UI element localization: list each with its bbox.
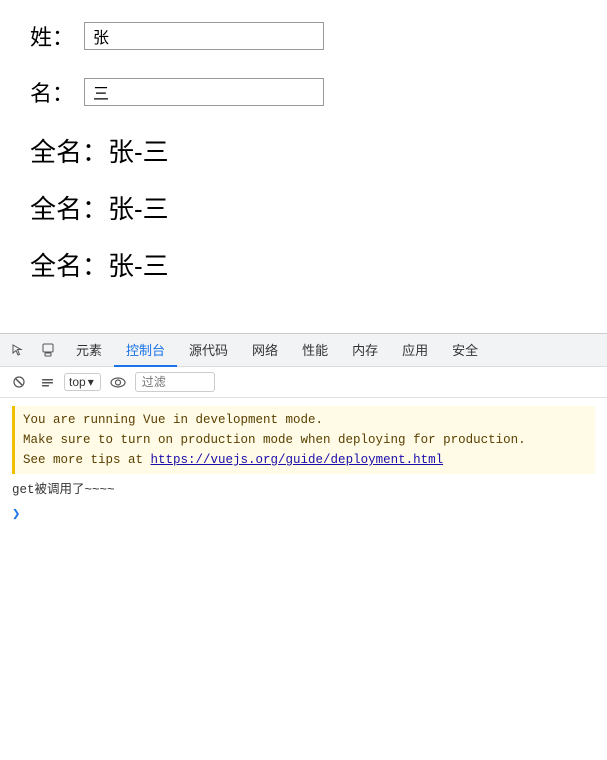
fullname-text-2: 全名：张-三 [30, 194, 169, 224]
lastname-row: 姓： [30, 20, 577, 52]
tab-source[interactable]: 源代码 [177, 334, 240, 367]
fullname-text-1: 全名：张-三 [30, 137, 169, 167]
devtools-tabs: 元素 控制台 源代码 网络 性能 内存 应用 安全 [0, 334, 607, 367]
lastname-input[interactable] [84, 22, 324, 50]
fullname-text-3: 全名：张-三 [30, 251, 169, 281]
dropdown-arrow: ▾ [88, 375, 94, 389]
deployment-link[interactable]: https://vuejs.org/guide/deployment.html [151, 453, 444, 467]
console-output: You are running Vue in development mode.… [0, 398, 607, 536]
top-label: top [69, 375, 86, 389]
console-arrow[interactable]: ❯ [12, 502, 595, 528]
tab-elements[interactable]: 元素 [64, 334, 114, 367]
console-warning-block: You are running Vue in development mode.… [12, 406, 595, 474]
console-info-line: get被调用了~~~~ [12, 478, 595, 502]
fullname-row-2: 全名：张-三 [30, 189, 577, 226]
devtools-panel: 元素 控制台 源代码 网络 性能 内存 应用 安全 top ▾ [0, 333, 607, 536]
firstname-label: 名： [30, 76, 74, 108]
fullname-row-3: 全名：张-三 [30, 246, 577, 283]
firstname-row: 名： [30, 76, 577, 108]
get-called-text: get被调用了~~~~ [12, 483, 115, 497]
console-line-1: You are running Vue in development mode.… [23, 413, 526, 467]
tab-performance[interactable]: 性能 [290, 334, 340, 367]
devtools-toolbar: top ▾ [0, 367, 607, 398]
tab-console[interactable]: 控制台 [114, 334, 177, 367]
clear-icon[interactable] [36, 371, 58, 393]
tab-application[interactable]: 应用 [390, 334, 440, 367]
cursor-icon[interactable] [4, 336, 32, 364]
tab-network[interactable]: 网络 [240, 334, 290, 367]
tab-security[interactable]: 安全 [440, 334, 490, 367]
eye-icon[interactable] [107, 371, 129, 393]
lastname-label: 姓： [30, 20, 74, 52]
firstname-input[interactable] [84, 78, 324, 106]
fullname-row-1: 全名：张-三 [30, 132, 577, 169]
stop-icon[interactable] [8, 371, 30, 393]
main-content: 姓： 名： 全名：张-三 全名：张-三 全名：张-三 [0, 0, 607, 323]
top-selector[interactable]: top ▾ [64, 373, 101, 391]
tab-memory[interactable]: 内存 [340, 334, 390, 367]
device-icon[interactable] [34, 336, 62, 364]
filter-input[interactable] [135, 372, 215, 392]
